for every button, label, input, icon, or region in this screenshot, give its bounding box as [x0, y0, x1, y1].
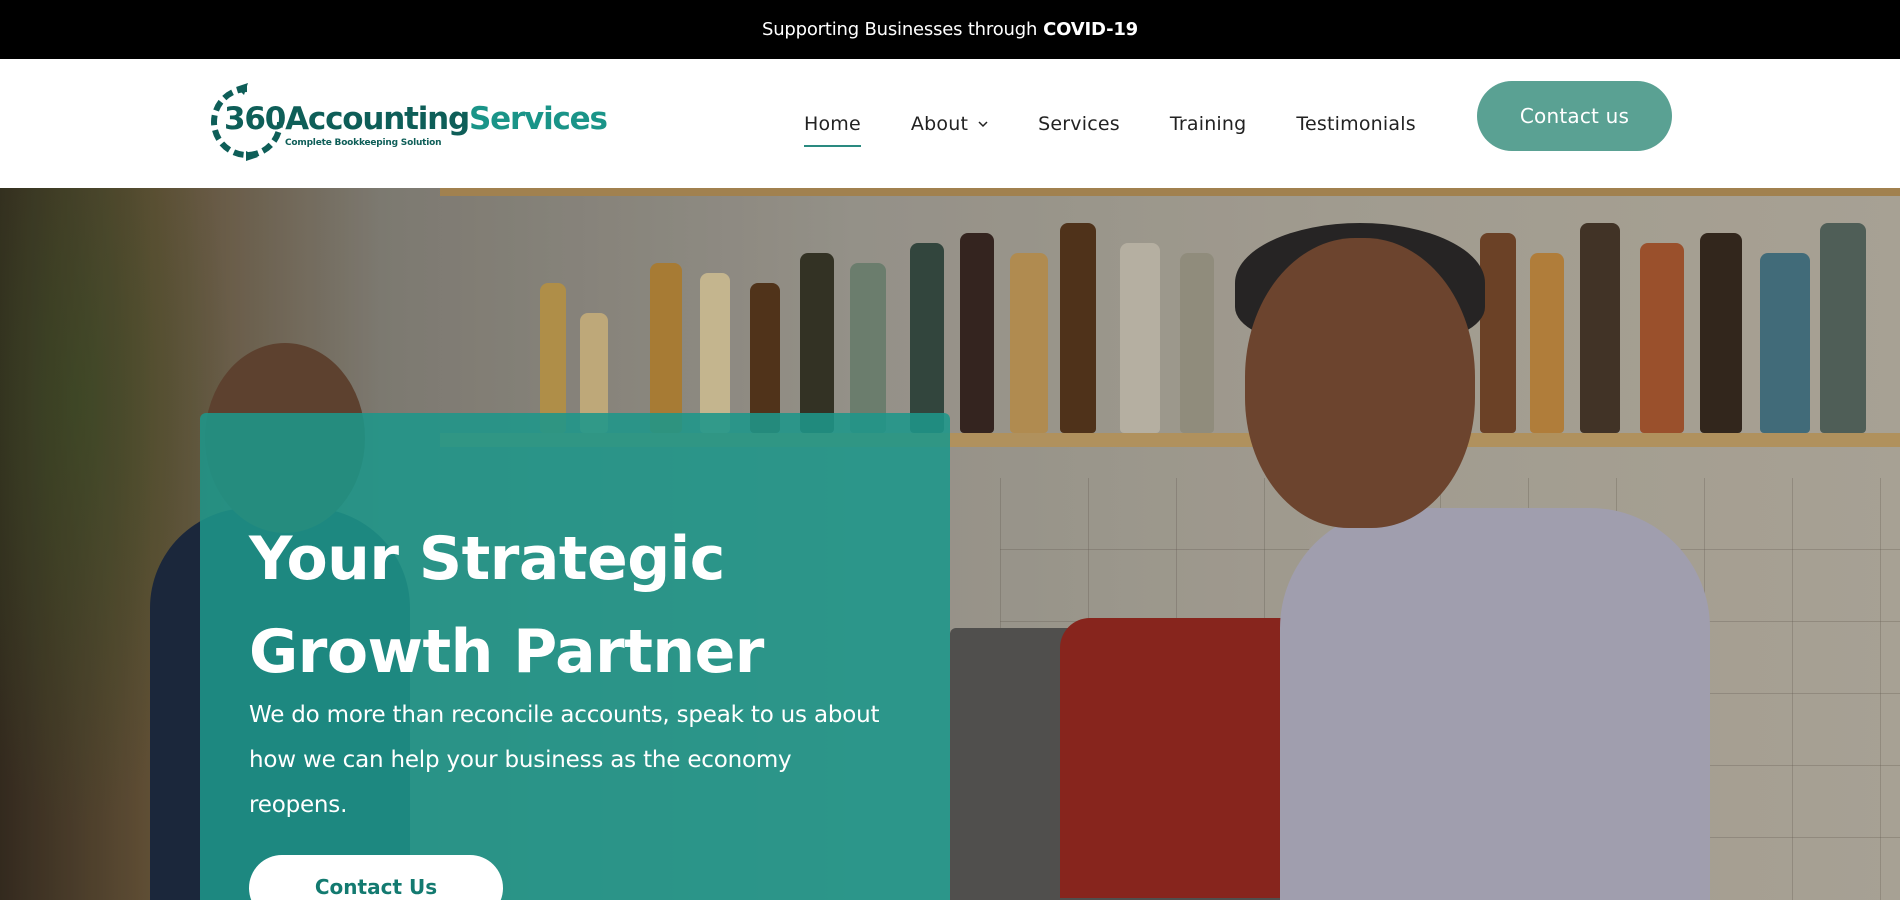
chevron-down-icon [978, 120, 988, 127]
hero-contact-button[interactable]: Contact Us [249, 855, 503, 900]
site-header: 360AccountingServices Complete Bookkeepi… [0, 59, 1900, 188]
logo[interactable]: 360AccountingServices Complete Bookkeepi… [206, 81, 608, 163]
hero-title-line2: Growth Partner [249, 617, 764, 687]
contact-us-button[interactable]: Contact us [1477, 81, 1672, 151]
nav-item-services[interactable]: Services [1038, 113, 1120, 135]
logo-tagline: Complete Bookkeeping Solution [285, 138, 442, 148]
hero-subtitle: We do more than reconcile accounts, spea… [249, 702, 880, 818]
logo-part-accounting: Accounting [285, 101, 470, 137]
logo-wordmark: 360AccountingServices [224, 101, 608, 137]
nav-item-training[interactable]: Training [1170, 113, 1247, 135]
nav-item-about[interactable]: About [911, 113, 988, 135]
announcement-bar: Supporting Businesses through COVID-19 [0, 0, 1900, 59]
nav-item-label: Training [1169, 112, 1247, 135]
main-nav: Home About Services Training Testimonial… [804, 59, 1466, 188]
hero-card: Your Strategic Growth Partner We do more… [200, 413, 950, 900]
hero-title: Your Strategic Growth Partner [249, 513, 889, 699]
nav-item-home[interactable]: Home [804, 112, 861, 147]
announcement-highlight: COVID-19 [1043, 19, 1139, 40]
nav-item-label: Services [1038, 112, 1120, 135]
nav-item-label: Home [804, 112, 861, 135]
nav-item-testimonials[interactable]: Testimonials [1296, 113, 1415, 135]
hero-section: Your Strategic Growth Partner We do more… [0, 188, 1900, 900]
logo-part-services: Services [469, 101, 608, 137]
nav-item-label: About [910, 112, 969, 135]
hero-title-line1: Your Strategic [249, 524, 725, 594]
nav-item-label: Testimonials [1296, 112, 1416, 135]
logo-part-360: 360 [224, 101, 286, 137]
announcement-text: Supporting Businesses through [761, 19, 1038, 40]
